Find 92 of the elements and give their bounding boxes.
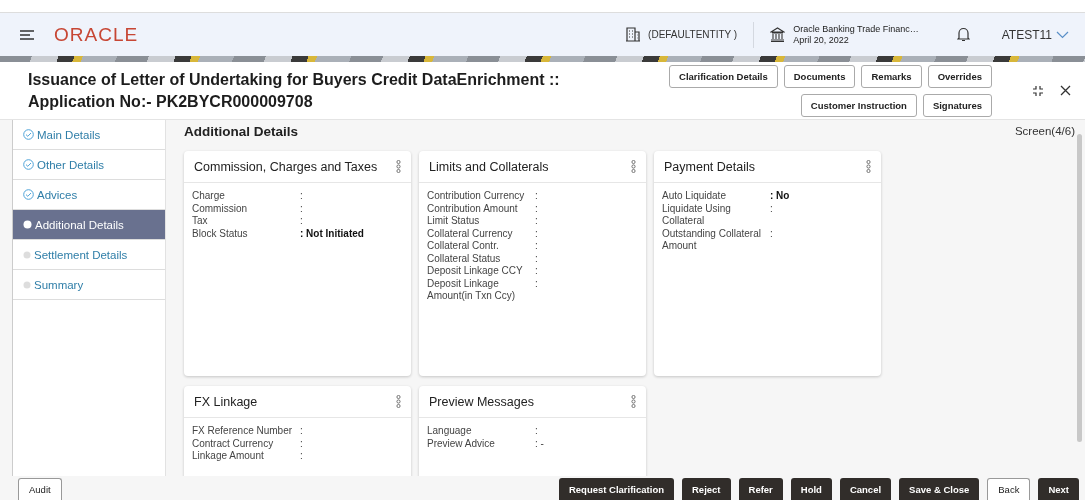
field-label: Contract Currency <box>192 437 275 450</box>
card-title: Limits and Collaterals <box>429 159 549 174</box>
card-title: Preview Messages <box>429 394 534 409</box>
application-number: Application No:- PK2BYCR000009708 <box>28 91 314 112</box>
step-item[interactable]: Other Details <box>13 150 165 180</box>
field-label: Deposit Linkage CCY <box>427 265 524 278</box>
check-circle-icon <box>23 159 34 170</box>
field-value: : <box>535 277 539 291</box>
field-value: : <box>300 215 304 228</box>
field-value: : <box>300 437 304 450</box>
field-label: Limit Status <box>427 215 481 228</box>
field-label: Preview Advice <box>427 437 496 450</box>
field-value: : <box>300 425 304 438</box>
field-value: : - <box>535 437 545 450</box>
field-label: Commission <box>192 202 248 215</box>
field-value: : <box>535 202 539 215</box>
field-value: : <box>300 202 304 215</box>
menu-icon[interactable] <box>20 29 34 40</box>
field-value: : <box>535 265 539 278</box>
card-title: Commission, Charges and Taxes <box>194 159 378 174</box>
field-label: Contribution Amount <box>427 202 519 215</box>
step-item[interactable]: Main Details <box>13 120 165 150</box>
field-label: Block Status <box>192 227 249 240</box>
step-dot-icon <box>23 280 31 289</box>
building-icon <box>626 27 641 42</box>
card-title: FX Linkage <box>194 394 258 409</box>
section-title: Additional Details <box>184 123 298 139</box>
field-label: Contribution Currency <box>427 190 526 203</box>
field-value: : <box>770 227 774 241</box>
field-value: : No <box>770 190 791 203</box>
field-value: : <box>535 227 539 240</box>
field-label: Auto Liquidate <box>662 190 727 203</box>
field-label: Charge <box>192 190 226 203</box>
audit-button[interactable]: Audit <box>18 478 62 500</box>
field-value: : <box>535 190 539 203</box>
field-label: Outstanding Collateral Amount <box>662 227 762 253</box>
action-button[interactable]: Hold <box>790 478 832 500</box>
field-label: Language <box>427 425 473 438</box>
branch-date: April 20, 2022 <box>793 34 850 46</box>
screen-indicator: Screen(4/6) <box>1014 125 1075 137</box>
action-button[interactable]: Save & Close <box>899 478 980 500</box>
field-label: Collateral Status <box>427 252 502 265</box>
toolbar-button[interactable]: Customer Instruction <box>800 93 917 117</box>
field-value: : <box>535 425 539 438</box>
action-button[interactable]: Request Clarification <box>558 478 674 500</box>
field-value: : <box>535 215 539 228</box>
more-options-icon[interactable] <box>396 160 401 173</box>
field-label: Linkage Amount <box>192 450 265 463</box>
bell-icon[interactable] <box>956 27 970 42</box>
step-item[interactable]: Summary <box>13 270 165 300</box>
check-circle-icon <box>23 129 34 140</box>
toolbar-button[interactable]: Remarks <box>861 64 922 88</box>
bank-name: Oracle Banking Trade Financ… <box>793 23 919 35</box>
more-options-icon[interactable] <box>631 395 636 408</box>
more-options-icon[interactable] <box>631 160 636 173</box>
toolbar-button[interactable]: Overrides <box>927 64 992 88</box>
user-menu[interactable]: ATEST11 <box>1001 27 1069 42</box>
action-button[interactable]: Reject <box>682 478 731 500</box>
field-value: : Not Initiated <box>300 227 365 240</box>
field-label: Collateral Currency <box>427 227 514 240</box>
entity-label[interactable]: (DEFAULTENTITY ) <box>648 29 738 40</box>
more-options-icon[interactable] <box>866 160 871 173</box>
action-button[interactable]: Next <box>1038 478 1079 500</box>
collapse-icon[interactable] <box>1032 84 1044 97</box>
step-item[interactable]: Additional Details <box>13 210 165 240</box>
toolbar-button[interactable]: Clarification Details <box>669 64 778 88</box>
brand-logo: ORACLE <box>54 23 139 46</box>
field-value: : <box>535 252 539 265</box>
bank-icon <box>770 27 786 42</box>
toolbar-button[interactable]: Signatures <box>922 93 992 117</box>
field-value: : <box>300 450 304 463</box>
chevron-down-icon <box>1056 30 1069 39</box>
field-label: Liquidate Using Collateral <box>662 202 732 228</box>
field-label: FX Reference Number <box>192 425 294 438</box>
field-value: : <box>300 190 304 203</box>
action-button[interactable]: Cancel <box>839 478 892 500</box>
card-title: Payment Details <box>664 159 755 174</box>
toolbar-button[interactable]: Documents <box>783 64 856 88</box>
close-icon[interactable] <box>1060 85 1071 96</box>
field-label: Deposit Linkage Amount(in Txn Ccy) <box>427 277 517 303</box>
action-button[interactable]: Back <box>987 478 1031 500</box>
page-title: Issuance of Letter of Undertaking for Buyers Credit DataEnrichment :: <box>28 69 561 90</box>
action-button[interactable]: Refer <box>738 478 783 500</box>
field-value: : <box>535 240 539 253</box>
check-circle-icon <box>23 189 34 200</box>
field-value: : <box>770 202 774 216</box>
step-dot-icon <box>23 220 32 229</box>
step-item[interactable]: Settlement Details <box>13 240 165 270</box>
field-label: Tax <box>192 215 209 228</box>
step-dot-icon <box>23 250 31 259</box>
more-options-icon[interactable] <box>396 395 401 408</box>
field-label: Collateral Contr. <box>427 240 500 253</box>
